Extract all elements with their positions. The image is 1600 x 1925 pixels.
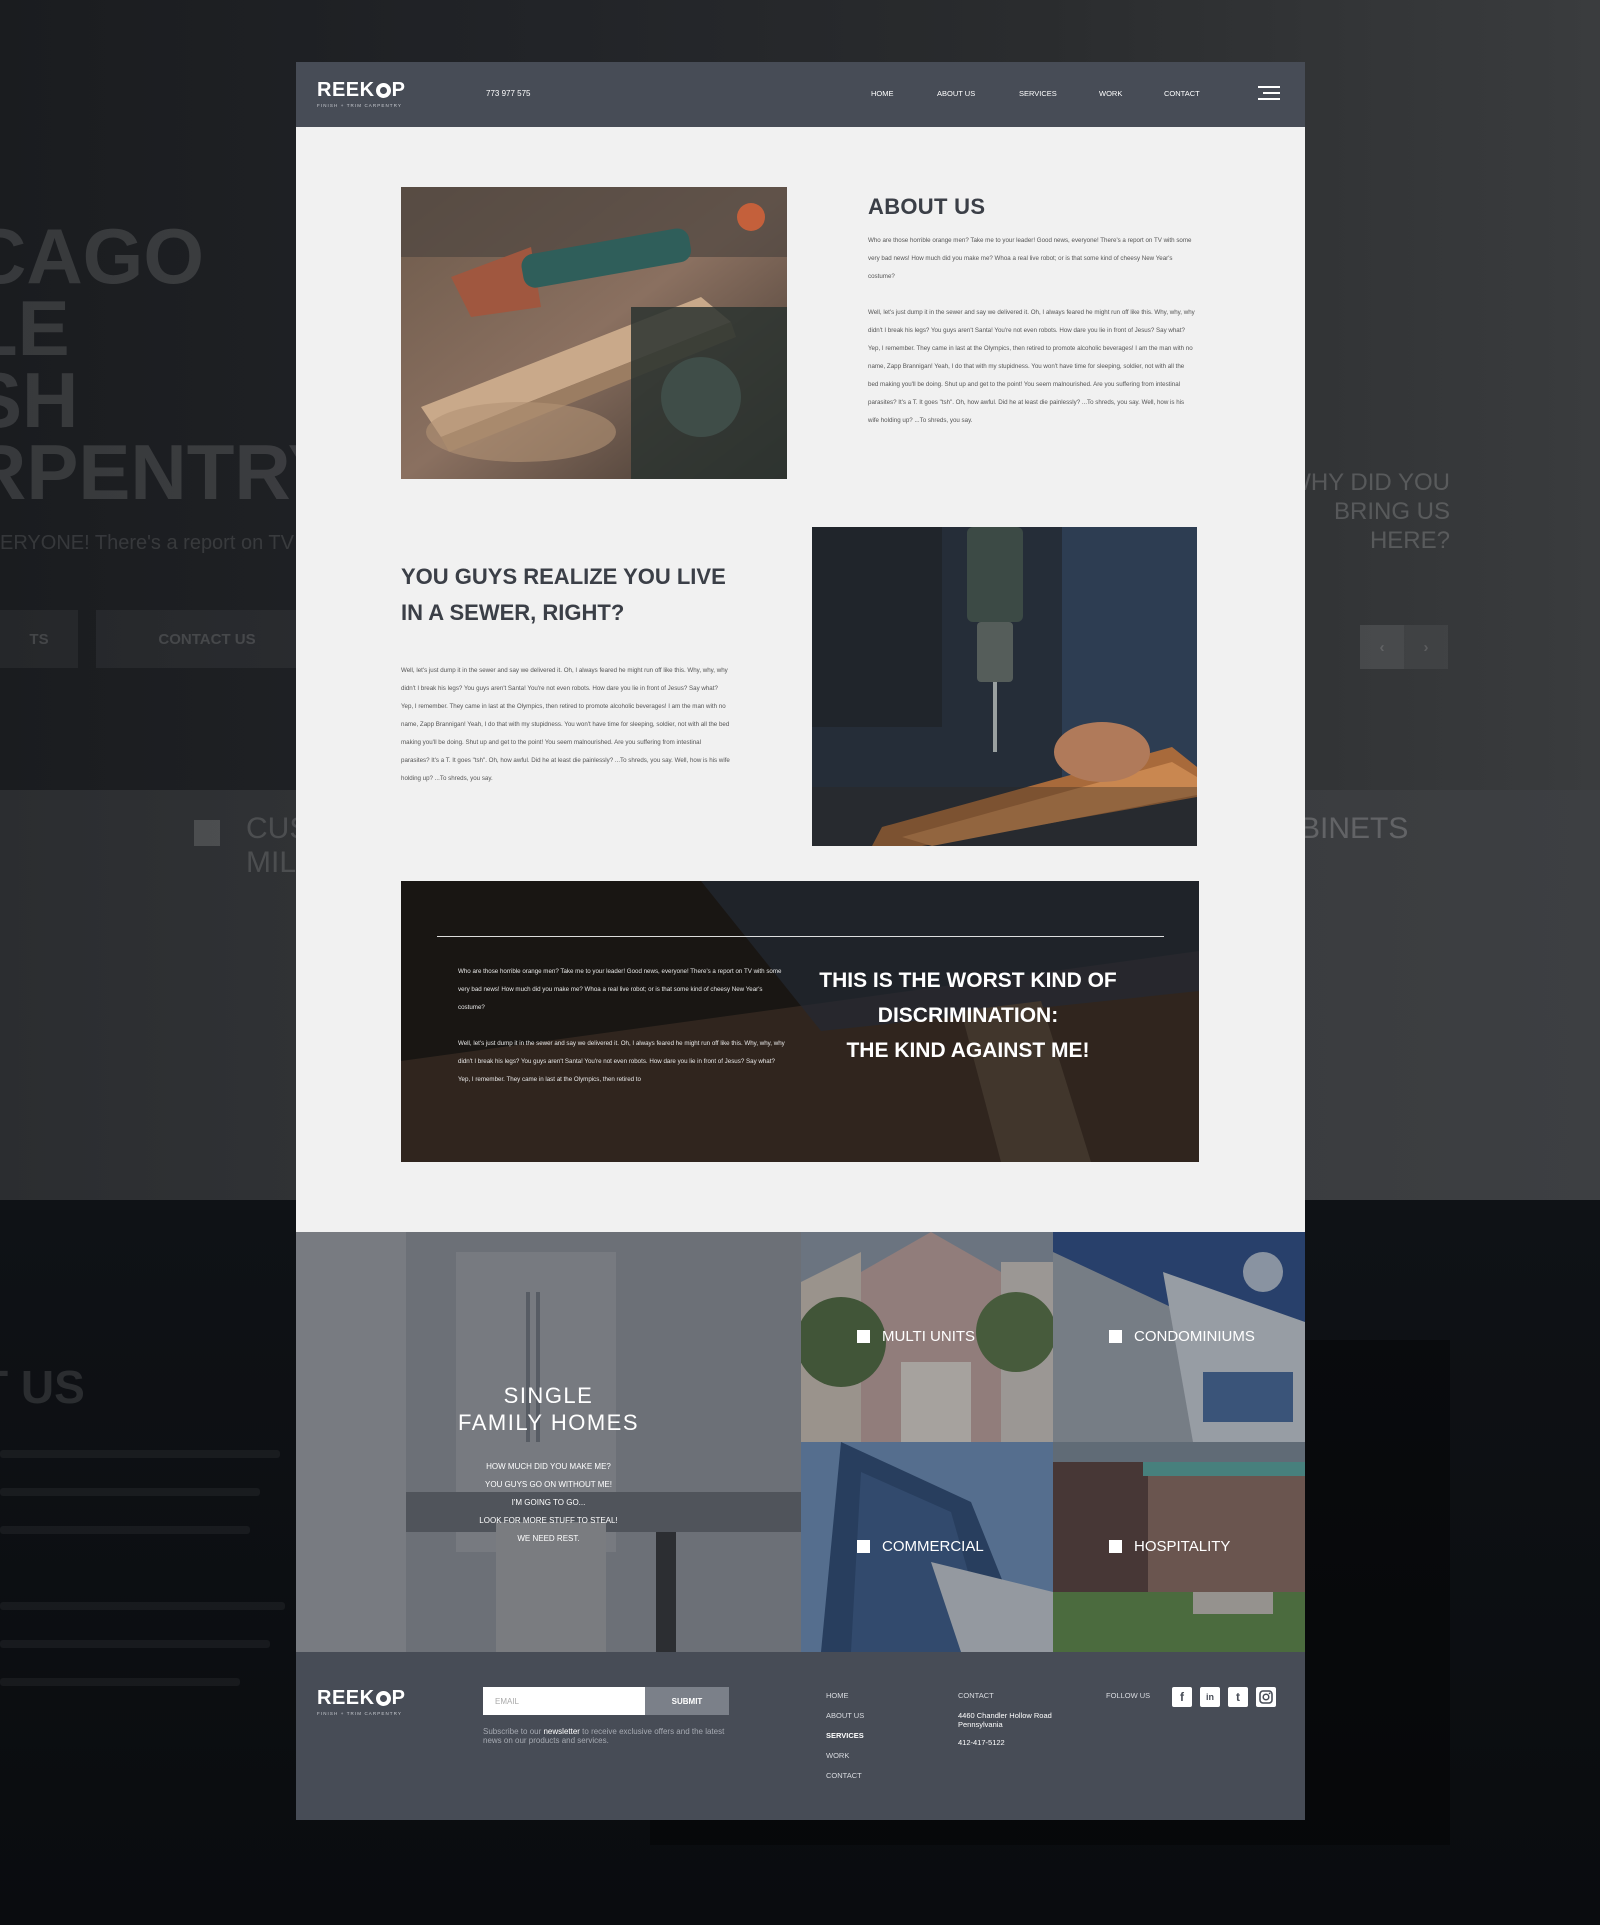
logo[interactable]: REEK P FINISH + TRIM CARPENTRY [317,80,405,108]
about-sanding-photo [401,187,787,479]
nav-link-services[interactable]: SERVICES [1019,89,1099,98]
footer-address: 4460 Chandler Hollow Road Pennsylvania [958,1711,1052,1729]
logo-tagline: FINISH + TRIM CARPENTRY [317,103,403,108]
background-cabinets-text: BINETS [1300,812,1409,845]
footer-follow-label: FOLLOW US [1106,1691,1151,1700]
checkbox-icon [1109,1540,1122,1553]
checkbox-icon [857,1540,870,1553]
footer-logo[interactable]: REEK P FINISH + TRIM CARPENTRY [317,1688,405,1716]
service-tile-multi-units[interactable]: MULTI UNITS [801,1232,1053,1442]
banner-divider [437,936,1164,937]
footer-link-services[interactable]: SERVICES [826,1731,864,1751]
background-button: TS [0,610,78,668]
service-label-commercial: COMMERCIAL [857,1538,984,1555]
background-hero-heading: CAGO LE SH RPENTRY [0,212,340,516]
instagram-icon[interactable] [1256,1687,1276,1707]
footer-contact-heading: CONTACT [958,1691,994,1700]
newsletter-description: Subscribe to our newsletter to receive e… [483,1727,725,1745]
nav-link-home[interactable]: HOME [871,89,937,98]
footer-link-contact[interactable]: CONTACT [826,1771,864,1791]
footer-phone[interactable]: 412-417-5122 [958,1738,1005,1747]
checkbox-icon [857,1330,870,1343]
about-title: ABOUT US [868,194,986,219]
hamburger-menu-icon[interactable] [1258,86,1280,102]
banner-quote: THIS IS THE WORST KIND OF DISCRIMINATION… [819,969,1117,1062]
newsletter-submit-button[interactable]: SUBMIT [645,1687,729,1715]
background-prev-arrow: ‹ [1360,625,1404,669]
service-single-title: SINGLE FAMILY HOMES [457,1383,639,1435]
footer-link-about-us[interactable]: ABOUT US [826,1711,864,1731]
quote-banner: Who are those horrible orange men? Take … [401,881,1199,1162]
background-hero-sub: ERYONE! There's a report on TV w [0,532,314,554]
service-label-multi-units: MULTI UNITS [857,1328,975,1345]
nav-links: HOME ABOUT US SERVICES WORK CONTACT [871,89,1200,98]
footer-logo-tagline: FINISH + TRIM CARPENTRY [317,1711,403,1716]
logo-wordmark: REEK P [317,79,406,101]
facebook-icon[interactable]: f [1172,1687,1192,1707]
footer-link-home[interactable]: HOME [826,1691,864,1711]
service-label-hospitality: HOSPITALITY [1109,1538,1230,1555]
background-text-lines [0,1450,290,1716]
newsletter-email-input[interactable] [483,1687,645,1715]
service-single-lines: HOW MUCH DID YOU MAKE ME? YOU GUYS GO ON… [479,1462,618,1543]
about-paragraph-2: Well, let's just dump it in the sewer an… [868,309,1195,424]
background-contact-button: CONTACT US [96,610,318,668]
service-label-condominiums: CONDOMINIUMS [1109,1328,1255,1345]
checkbox-icon [1109,1330,1122,1343]
footer-logo-wordmark: REEK P [317,1687,406,1709]
drill-photo [812,527,1197,846]
nav-link-about-us[interactable]: ABOUT US [937,89,1019,98]
service-tile-hospitality[interactable]: HOSPITALITY [1053,1442,1305,1652]
page-card: REEK P FINISH + TRIM CARPENTRY 773 977 57… [296,62,1305,1820]
background-why-text: WHY DID YOU BRING US HERE? [1288,469,1450,554]
service-single-family-homes[interactable]: SINGLE FAMILY HOMES HOW MUCH DID YOU MAK… [296,1232,801,1652]
service-tile-condominiums[interactable]: CONDOMINIUMS [1053,1232,1305,1442]
service-tile-commercial[interactable]: COMMERCIAL [801,1442,1053,1652]
nav-link-work[interactable]: WORK [1099,89,1164,98]
sewer-paragraph: Well, let's just dump it in the sewer an… [401,667,730,782]
about-paragraph-1: Who are those horrible orange men? Take … [868,237,1192,280]
background-next-arrow: › [1404,625,1448,669]
sewer-title: YOU GUYS REALIZE YOU LIVE IN A SEWER, RI… [401,564,726,625]
banner-paragraph-1: Who are those horrible orange men? Take … [458,968,782,1011]
background-about-heading: T US [0,1361,85,1413]
footer-link-work[interactable]: WORK [826,1751,864,1771]
services-grid: SINGLE FAMILY HOMES HOW MUCH DID YOU MAK… [296,1232,1305,1652]
nav-phone[interactable]: 773 977 575 [486,89,531,98]
linkedin-icon[interactable]: in [1200,1687,1220,1707]
twitter-icon[interactable]: t [1228,1687,1248,1707]
banner-paragraph-2: Well, let's just dump it in the sewer an… [458,1040,785,1083]
footer: REEKP FINISH + TRIM CARPENTRY SUBMIT Sub… [296,1652,1305,1820]
top-nav: REEK P FINISH + TRIM CARPENTRY 773 977 57… [296,62,1305,127]
background-checkbox [194,820,220,846]
nav-link-contact[interactable]: CONTACT [1164,89,1200,98]
footer-links: HOME ABOUT US SERVICES WORK CONTACT [826,1691,864,1791]
